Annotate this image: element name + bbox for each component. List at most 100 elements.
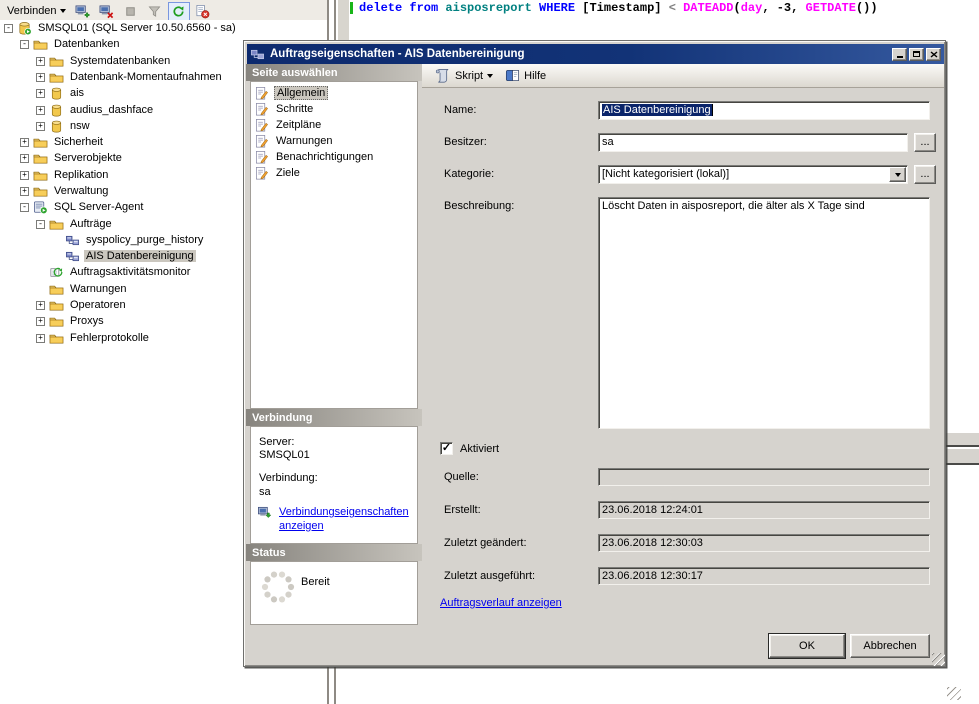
connect-dropdown-button[interactable]: Verbinden: [3, 3, 70, 19]
connection-header: Verbindung: [246, 409, 422, 426]
tree-item-job-ais-datenbereinigung[interactable]: AIS Datenbereinigung: [0, 248, 196, 264]
refresh-button[interactable]: [168, 2, 190, 21]
category-browse-button[interactable]: ...: [914, 165, 936, 184]
expand-icon[interactable]: +: [36, 122, 45, 131]
tree-item-alerts[interactable]: Warnungen: [0, 281, 128, 297]
connection-properties-link[interactable]: Verbindungseigenschaften: [279, 506, 409, 518]
tree-item-replication[interactable]: + Replikation: [0, 167, 110, 183]
tree-item-server-objects[interactable]: + Serverobjekte: [0, 150, 124, 166]
expand-icon[interactable]: +: [36, 301, 45, 310]
expand-icon[interactable]: +: [36, 57, 45, 66]
background-resize-grip[interactable]: [947, 687, 961, 700]
delete-script-button[interactable]: [192, 2, 214, 21]
tree-item-management[interactable]: + Verwaltung: [0, 183, 110, 199]
sql-editor-line[interactable]: delete from aisposreport WHERE [Timestam…: [359, 1, 878, 15]
job-properties-dialog: Auftragseigenschaften - AIS Datenbereini…: [243, 40, 946, 667]
dialog-resize-grip[interactable]: [932, 653, 945, 666]
tree-item-job-syspolicy[interactable]: syspolicy_purge_history: [0, 232, 205, 248]
folder-icon: [33, 168, 48, 183]
tree-item-operators[interactable]: + Operatoren: [0, 297, 128, 313]
page-item-alerts[interactable]: Warnungen: [254, 133, 334, 149]
tree-item-proxies[interactable]: + Proxys: [0, 313, 106, 329]
page-item-targets[interactable]: Ziele: [254, 165, 302, 181]
folder-icon: [49, 331, 64, 346]
expand-icon[interactable]: +: [36, 106, 45, 115]
expand-icon[interactable]: +: [20, 154, 29, 163]
sql-token: GETDATE: [806, 1, 856, 15]
tree-item-label: nsw: [68, 120, 92, 132]
database-icon: [49, 119, 64, 134]
tree-item-job-activity-monitor[interactable]: Auftragsaktivitätsmonitor: [0, 264, 192, 280]
tree-item-server[interactable]: - SMSQL01 (SQL Server 10.50.6560 - sa): [0, 20, 238, 36]
page-item-schedules[interactable]: Zeitpläne: [254, 117, 323, 133]
tree-item-label: Serverobjekte: [52, 152, 124, 164]
collapse-icon[interactable]: -: [36, 220, 45, 229]
collapse-icon[interactable]: -: [4, 24, 13, 33]
enabled-checkbox[interactable]: ✓: [440, 442, 453, 455]
category-dropdown-button[interactable]: [889, 167, 906, 182]
select-page-list: Allgemein Schritte Zeitpläne Warnungen B…: [250, 81, 418, 409]
help-button[interactable]: Hilfe: [501, 66, 550, 85]
server-label: Server:: [259, 436, 294, 448]
tree-item-security[interactable]: + Sicherheit: [0, 134, 105, 150]
connection-panel: Server: SMSQL01 Verbindung: sa Verbindun…: [250, 426, 418, 544]
dialog-titlebar[interactable]: Auftragseigenschaften - AIS Datenbereini…: [247, 44, 944, 64]
expand-icon[interactable]: +: [36, 317, 45, 326]
maximize-button[interactable]: [909, 48, 924, 61]
expand-icon[interactable]: +: [36, 89, 45, 98]
ok-button[interactable]: OK: [769, 634, 845, 658]
page-item-steps[interactable]: Schritte: [254, 101, 315, 117]
page-icon: [254, 166, 269, 181]
connection-value: sa: [259, 486, 271, 498]
owner-browse-button[interactable]: ...: [914, 133, 936, 152]
minimize-button[interactable]: [892, 48, 907, 61]
filter-button[interactable]: [144, 2, 166, 21]
sql-token: WHERE: [539, 1, 582, 15]
tree-item-databases[interactable]: - Datenbanken: [0, 36, 121, 52]
tree-item-label: Datenbank-Momentaufnahmen: [68, 71, 224, 83]
editor-selection-margin: [338, 0, 349, 40]
owner-value: sa: [602, 136, 614, 148]
tree-item-db-ais[interactable]: + ais: [0, 85, 86, 101]
script-dropdown-button[interactable]: Skript: [430, 66, 497, 86]
sql-token: (: [734, 1, 741, 15]
description-textarea[interactable]: Löscht Daten in aisposreport, die älter …: [598, 197, 930, 429]
collapse-icon[interactable]: -: [20, 203, 29, 212]
sql-token: ()): [856, 1, 878, 15]
job-history-link[interactable]: Auftragsverlauf anzeigen: [440, 597, 562, 609]
page-item-notifications[interactable]: Benachrichtigungen: [254, 149, 375, 165]
tree-item-label: Operatoren: [68, 299, 128, 311]
tree-item-jobs[interactable]: - Aufträge: [0, 216, 114, 232]
tree-item-db-audius-dashface[interactable]: + audius_dashface: [0, 102, 155, 118]
expand-icon[interactable]: +: [20, 138, 29, 147]
connection-properties-link-line2[interactable]: anzeigen: [279, 520, 324, 532]
background-panel-edge: [946, 449, 979, 465]
owner-input[interactable]: sa: [598, 133, 908, 152]
expand-icon[interactable]: +: [36, 73, 45, 82]
minimize-icon: [897, 56, 903, 58]
expand-icon[interactable]: +: [20, 187, 29, 196]
tree-item-error-logs[interactable]: + Fehlerprotokolle: [0, 330, 151, 346]
stop-button[interactable]: [120, 2, 142, 21]
tree-item-label: SMSQL01 (SQL Server 10.50.6560 - sa): [36, 22, 238, 34]
cancel-button[interactable]: Abbrechen: [850, 634, 930, 658]
tree-item-sql-server-agent[interactable]: - SQL Server-Agent: [0, 199, 145, 215]
connect-server-button[interactable]: [72, 2, 94, 21]
tree-item-snapshots[interactable]: + Datenbank-Momentaufnahmen: [0, 69, 224, 85]
name-input[interactable]: AIS Datenbereinigung: [598, 101, 930, 120]
expand-icon[interactable]: +: [36, 334, 45, 343]
tree-item-system-databases[interactable]: + Systemdatenbanken: [0, 53, 172, 69]
expand-icon[interactable]: +: [20, 171, 29, 180]
disconnect-server-button[interactable]: [96, 2, 118, 21]
chevron-down-icon: [487, 74, 493, 78]
tree-item-db-nsw[interactable]: + nsw: [0, 118, 92, 134]
category-value: [Nicht kategorisiert (lokal)]: [602, 168, 729, 180]
connection-label: Verbindung:: [259, 472, 318, 484]
maximize-icon: [913, 51, 920, 57]
page-item-general[interactable]: Allgemein: [254, 85, 328, 101]
chevron-down-icon: [895, 173, 901, 177]
collapse-icon[interactable]: -: [20, 40, 29, 49]
folder-icon: [33, 135, 48, 150]
close-button[interactable]: [926, 48, 941, 61]
category-select[interactable]: [Nicht kategorisiert (lokal)]: [598, 165, 908, 184]
